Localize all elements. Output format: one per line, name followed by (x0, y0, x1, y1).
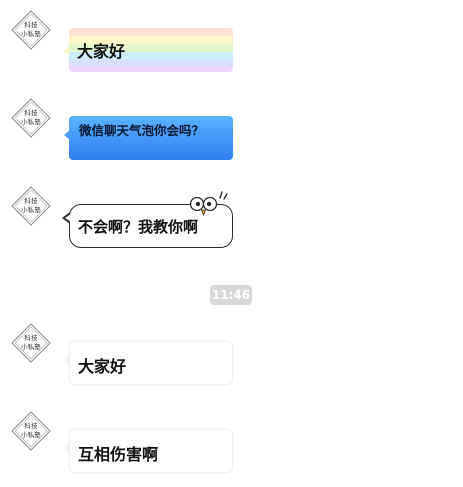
message-text: 大家好 (78, 357, 127, 376)
avatar[interactable]: 科技 小私塾 (11, 411, 51, 451)
bubble-tail-inner (65, 214, 71, 222)
avatar-text-line1: 科技 (24, 334, 38, 342)
avatar-text-line1: 科技 (24, 422, 38, 430)
avatar-text-line2: 小私塾 (20, 30, 42, 38)
avatar[interactable]: 科技 小私塾 (11, 323, 51, 363)
avatar[interactable]: 科技 小私塾 (11, 10, 51, 50)
avatar-text-line1: 科技 (24, 197, 38, 205)
message-text: 大家好 (77, 42, 126, 61)
owl-face-icon (189, 191, 228, 217)
message-bubble-blue[interactable]: 微信聊天气泡你会吗？ (69, 116, 233, 160)
avatar-text-line1: 科技 (24, 21, 38, 29)
message-text: 微信聊天气泡你会吗？ (79, 123, 205, 138)
message-bubble-rainbow[interactable]: 大家好 (69, 28, 233, 72)
message-text: 不会啊？我教你啊 (78, 218, 199, 236)
avatar[interactable]: 科技 小私塾 (11, 186, 51, 226)
avatar-text-line2: 小私塾 (20, 431, 42, 439)
avatar-text-line2: 小私塾 (20, 118, 42, 126)
avatar-text-line2: 小私塾 (20, 343, 42, 351)
message-text: 互相伤害啊 (78, 445, 159, 464)
timestamp-badge: 11:46 (210, 285, 252, 305)
message-bubble-plain[interactable]: 大家好 (69, 341, 233, 385)
avatar[interactable]: 科技 小私塾 (11, 98, 51, 138)
avatar-text-line2: 小私塾 (20, 206, 42, 214)
avatar-text-line1: 科技 (24, 109, 38, 117)
message-bubble-plain[interactable]: 互相伤害啊 (69, 429, 233, 473)
